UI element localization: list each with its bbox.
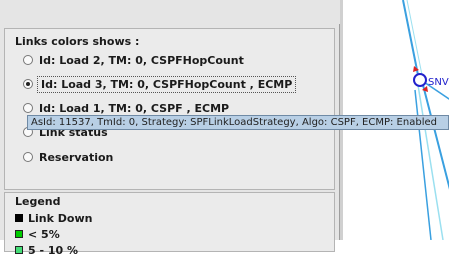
radio-button-selected[interactable] xyxy=(23,79,33,89)
legend-label: Link Down xyxy=(28,211,93,225)
radio-label: Id: Load 2, TM: 0, CSPFHopCount xyxy=(39,53,244,67)
graph-link xyxy=(402,0,419,76)
graph-link xyxy=(417,84,444,240)
links-colors-title: Links colors shows : xyxy=(15,35,140,48)
radio-button[interactable] xyxy=(23,55,33,65)
radio-option-load-2[interactable]: Id: Load 2, TM: 0, CSPFHopCount xyxy=(23,51,244,69)
links-colors-group: Links colors shows : Id: Load 2, TM: 0, … xyxy=(4,28,335,190)
legend-item-lt-5: < 5% xyxy=(15,227,60,241)
radio-label: Reservation xyxy=(39,150,114,164)
legend-swatch-green xyxy=(15,230,23,238)
legend-label: 5 - 10 % xyxy=(28,243,79,257)
graph-link xyxy=(406,0,423,76)
graph-link xyxy=(422,84,449,190)
legend-swatch-black xyxy=(15,214,23,222)
panel-topbar xyxy=(0,0,340,24)
tooltip: AsId: 11537, TmId: 0, Strategy: SPFLinkL… xyxy=(27,115,449,130)
legend-label: < 5% xyxy=(28,227,60,241)
legend-title: Legend xyxy=(15,195,61,208)
radio-button[interactable] xyxy=(23,103,33,113)
radio-option-load-3[interactable]: Id: Load 3, TM: 0, CSPFHopCount , ECMP xyxy=(23,75,297,93)
legend-group: Legend Link Down < 5% 5 - 10 % xyxy=(4,192,335,257)
radio-option-reservation[interactable]: Reservation xyxy=(23,148,113,166)
radio-label: Id: Load 3, TM: 0, CSPFHopCount , ECMP xyxy=(36,75,297,93)
node-label: SNV xyxy=(428,77,449,88)
legend-item-5-10: 5 - 10 % xyxy=(15,243,78,257)
legend-item-link-down: Link Down xyxy=(15,211,92,225)
legend-swatch-light-green xyxy=(15,246,23,254)
radio-button[interactable] xyxy=(23,152,33,162)
radio-label: Id: Load 1, TM: 0, CSPF , ECMP xyxy=(39,101,230,115)
network-node-icon xyxy=(413,73,427,87)
